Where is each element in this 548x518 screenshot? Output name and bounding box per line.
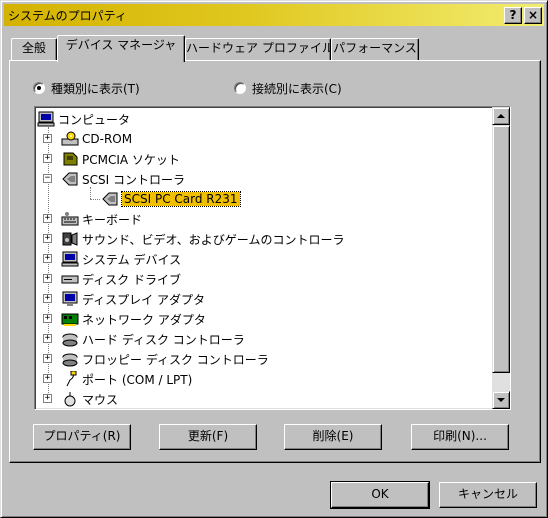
scroll-thumb[interactable] bbox=[492, 125, 510, 373]
computer-icon bbox=[37, 111, 55, 127]
tree-item-system-devices[interactable]: + システム デバイス bbox=[43, 249, 182, 269]
tree-item-scsi-pc-card[interactable]: SCSI PC Card R231 bbox=[101, 189, 241, 209]
arrow-up-icon bbox=[497, 114, 505, 118]
scsi-icon bbox=[61, 171, 79, 187]
sound-icon bbox=[61, 231, 79, 247]
pcmcia-icon bbox=[61, 151, 79, 167]
tree-item-label: ポート (COM / LPT) bbox=[82, 372, 193, 387]
floppy-controller-icon bbox=[61, 351, 79, 367]
tree-item-label: サウンド、ビデオ、およびゲームのコントローラ bbox=[82, 232, 345, 247]
refresh-button[interactable]: 更新(F) bbox=[159, 424, 257, 450]
tree-item-display-adapters[interactable]: + ディスプレイ アダプタ bbox=[43, 289, 205, 309]
system-icon bbox=[61, 251, 79, 267]
window-title: システムのプロパティ bbox=[8, 9, 127, 23]
radio-by-type-indicator[interactable] bbox=[33, 82, 45, 94]
tab-hardware-profiles[interactable]: ハードウェア プロファイル bbox=[185, 38, 334, 60]
close-button[interactable]: × bbox=[524, 7, 542, 24]
tree-item-label: SCSI コントローラ bbox=[82, 172, 185, 187]
scroll-up-button[interactable] bbox=[492, 107, 510, 125]
arrow-down-icon bbox=[497, 398, 505, 402]
properties-button[interactable]: プロパティ(R) bbox=[33, 424, 131, 450]
title-bar[interactable]: システムのプロパティ ? × bbox=[4, 4, 544, 26]
tree-item-label: フロッピー ディスク コントローラ bbox=[82, 352, 269, 367]
tree-guide-line bbox=[90, 199, 100, 200]
collapse-icon[interactable]: − bbox=[43, 174, 52, 183]
tree-item-label-selected: SCSI PC Card R231 bbox=[121, 191, 241, 207]
tree-item-label: ハード ディスク コントローラ bbox=[82, 332, 245, 347]
tree-item-label: PCMCIA ソケット bbox=[82, 152, 180, 167]
network-icon bbox=[61, 311, 79, 327]
cdrom-icon bbox=[61, 131, 79, 147]
tree-item-network-adapters[interactable]: + ネットワーク アダプタ bbox=[43, 309, 206, 329]
expand-icon[interactable]: + bbox=[43, 294, 52, 303]
tab-device-manager[interactable]: デバイス マネージャ bbox=[57, 35, 185, 62]
tab-performance[interactable]: パフォーマンス bbox=[331, 38, 419, 60]
expand-icon[interactable]: + bbox=[43, 394, 52, 403]
hdd-controller-icon bbox=[61, 331, 79, 347]
tree-item-scsi-controller[interactable]: − SCSI コントローラ bbox=[43, 169, 185, 189]
tree-item-sound[interactable]: + サウンド、ビデオ、およびゲームのコントローラ bbox=[43, 229, 345, 249]
tree-item-mouse[interactable]: + マウス bbox=[43, 389, 119, 407]
system-properties-window: システムのプロパティ ? × 全般 デバイス マネージャ ハードウェア プロファ… bbox=[0, 0, 548, 518]
device-tree-content: コンピュータ + CD-ROM + PCMCIA ソケット − SCSI コント… bbox=[37, 109, 489, 407]
tree-item-cdrom[interactable]: + CD-ROM bbox=[43, 129, 133, 149]
tab-general[interactable]: 全般 bbox=[11, 38, 57, 60]
tree-item-ports[interactable]: + ポート (COM / LPT) bbox=[43, 369, 193, 389]
tree-item-label: ネットワーク アダプタ bbox=[82, 312, 206, 327]
disk-icon bbox=[61, 271, 79, 287]
tree-item-disk-drives[interactable]: + ディスク ドライブ bbox=[43, 269, 181, 289]
display-icon bbox=[61, 291, 79, 307]
tree-root-label: コンピュータ bbox=[58, 112, 131, 127]
ok-button[interactable]: OK bbox=[330, 481, 430, 509]
tree-item-hdd-controllers[interactable]: + ハード ディスク コントローラ bbox=[43, 329, 245, 349]
radio-by-type[interactable]: 種類別に表示(T) bbox=[33, 79, 140, 97]
expand-icon[interactable]: + bbox=[43, 234, 52, 243]
tree-scrollbar[interactable] bbox=[492, 107, 510, 409]
expand-icon[interactable]: + bbox=[43, 254, 52, 263]
tree-root[interactable]: コンピュータ bbox=[37, 109, 130, 129]
tree-item-label: システム デバイス bbox=[82, 252, 182, 267]
radio-by-connection-label: 接続別に表示(C) bbox=[252, 81, 342, 96]
scroll-down-button[interactable] bbox=[492, 391, 510, 409]
expand-icon[interactable]: + bbox=[43, 214, 52, 223]
device-tree[interactable]: コンピュータ + CD-ROM + PCMCIA ソケット − SCSI コント… bbox=[34, 106, 511, 410]
tree-item-label: CD-ROM bbox=[82, 132, 133, 146]
radio-by-connection[interactable]: 接続別に表示(C) bbox=[234, 79, 342, 97]
tree-item-label: ディスプレイ アダプタ bbox=[82, 292, 205, 307]
tree-item-label: マウス bbox=[82, 392, 119, 407]
cancel-button[interactable]: キャンセル bbox=[439, 482, 537, 508]
expand-icon[interactable]: + bbox=[43, 314, 52, 323]
expand-icon[interactable]: + bbox=[43, 274, 52, 283]
tree-item-label: ディスク ドライブ bbox=[82, 272, 181, 287]
expand-icon[interactable]: + bbox=[43, 154, 52, 163]
radio-by-type-label: 種類別に表示(T) bbox=[51, 81, 140, 96]
radio-by-connection-indicator[interactable] bbox=[234, 82, 246, 94]
scsi-icon bbox=[101, 191, 119, 207]
tree-item-pcmcia[interactable]: + PCMCIA ソケット bbox=[43, 149, 180, 169]
remove-button[interactable]: 削除(E) bbox=[284, 424, 382, 450]
print-button[interactable]: 印刷(N)... bbox=[411, 424, 509, 450]
help-button[interactable]: ? bbox=[504, 7, 522, 24]
tree-item-floppy-controllers[interactable]: + フロッピー ディスク コントローラ bbox=[43, 349, 269, 369]
expand-icon[interactable]: + bbox=[43, 354, 52, 363]
expand-icon[interactable]: + bbox=[43, 134, 52, 143]
expand-icon[interactable]: + bbox=[43, 374, 52, 383]
port-icon bbox=[61, 370, 79, 387]
tree-item-keyboard[interactable]: + キーボード bbox=[43, 209, 143, 229]
expand-icon[interactable]: + bbox=[43, 334, 52, 343]
keyboard-icon bbox=[61, 211, 79, 227]
mouse-icon bbox=[61, 391, 79, 407]
tree-item-label: キーボード bbox=[82, 212, 143, 227]
